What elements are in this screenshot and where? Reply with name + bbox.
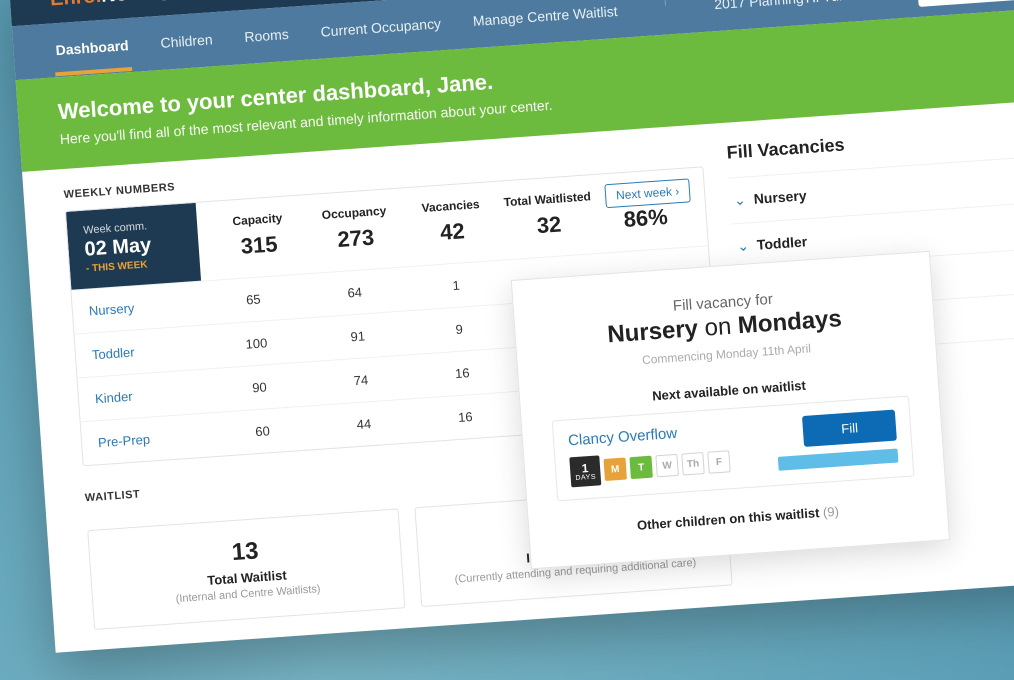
chevron-down-icon: ⌄ xyxy=(733,191,746,208)
candidate-card: Clancy Overflow 1 DAYS M T W Th F Fi xyxy=(552,396,915,502)
secondary-action-button[interactable] xyxy=(778,448,899,470)
day-w: W xyxy=(655,454,678,477)
fill-vacancy-modal: Fill vacancy for Nursery on Mondays Comm… xyxy=(511,251,950,570)
chevron-down-icon: ⌄ xyxy=(737,237,750,254)
waitlist-total-card: 13 Total Waitlist (Internal and Centre W… xyxy=(87,508,405,630)
logo-at: @ Tania Test CC xyxy=(154,0,305,3)
fill-button[interactable]: Fill xyxy=(802,410,897,447)
nav-divider xyxy=(664,0,667,6)
day-t: T xyxy=(629,456,652,479)
candidate-name[interactable]: Clancy Overflow xyxy=(568,421,729,449)
fill-vacancies-title: Fill Vacancies xyxy=(726,118,1014,164)
app-window: EnrolNow @ Tania Test CC Dashboard Child… xyxy=(9,0,1014,653)
modal-other-children: Other children on this waitlist (9) xyxy=(559,498,917,538)
tab-current-occupancy[interactable]: Current Occupancy xyxy=(317,0,445,58)
day-m: M xyxy=(603,457,626,480)
tab-dashboard[interactable]: Dashboard xyxy=(52,19,133,76)
user-greeting: Hi Yuki Izumi ✲ xyxy=(805,0,902,6)
tab-rooms[interactable]: Rooms xyxy=(241,8,293,63)
day-f: F xyxy=(707,450,730,473)
logo-enrol: Enrol xyxy=(49,0,102,10)
tab-children[interactable]: Children xyxy=(157,13,217,69)
search-box[interactable]: 🔍 xyxy=(916,0,1014,6)
day-th: Th xyxy=(681,452,704,475)
logo-now: Now xyxy=(100,0,144,7)
week-box: Week comm. 02 May - THIS WEEK xyxy=(66,203,201,290)
days-count-badge: 1 DAYS xyxy=(569,455,601,487)
